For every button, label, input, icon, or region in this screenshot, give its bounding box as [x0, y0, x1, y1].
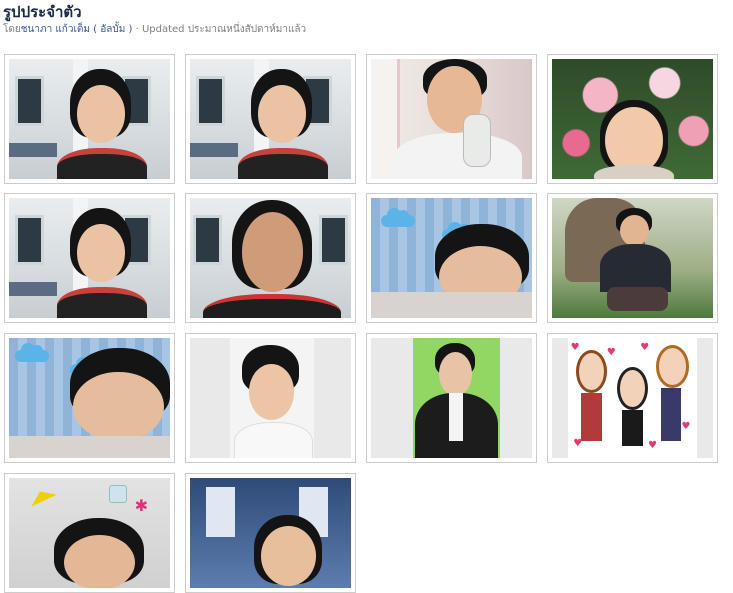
photo-thumbnail[interactable] — [547, 193, 718, 323]
photo-image — [9, 198, 170, 318]
photo-thumbnail[interactable] — [4, 193, 175, 323]
photo-thumbnail[interactable] — [185, 54, 356, 184]
photo-image — [190, 338, 351, 458]
photo-thumbnail[interactable] — [4, 54, 175, 184]
page-header: รูปประจำตัว โดยชนาภา แก้วเต็ม ( อัลบั้ม … — [3, 2, 306, 38]
photo-thumbnail[interactable]: ♥ ♥ ♥ ♥ ♥ ♥ — [547, 333, 718, 463]
photo-thumbnail[interactable] — [4, 333, 175, 463]
subtitle-prefix: โดย — [3, 24, 21, 35]
photo-image — [9, 338, 170, 458]
photo-thumbnail[interactable] — [366, 333, 537, 463]
updated-text: Updated ประมาณหนึ่งสัปดาห์มาแล้ว — [141, 24, 307, 35]
photo-image — [552, 198, 713, 318]
photo-image — [9, 59, 170, 179]
photo-image — [190, 478, 351, 588]
page-title: รูปประจำตัว — [3, 3, 82, 21]
photo-image: ✱ — [9, 478, 170, 588]
photo-image — [190, 198, 351, 318]
photo-image — [371, 338, 532, 458]
photo-thumbnail[interactable] — [366, 193, 537, 323]
photo-image — [552, 59, 713, 179]
subtitle-separator: · — [135, 24, 139, 35]
photo-image — [371, 59, 532, 179]
photo-thumbnail[interactable] — [185, 193, 356, 323]
photo-thumbnail[interactable] — [185, 333, 356, 463]
album-link[interactable]: ( อัลบั้ม ) — [93, 24, 132, 35]
photo-image: ♥ ♥ ♥ ♥ ♥ ♥ — [552, 338, 713, 458]
photo-image — [190, 59, 351, 179]
author-link[interactable]: ชนาภา แก้วเต็ม — [21, 24, 90, 35]
photo-thumbnail[interactable] — [366, 54, 537, 184]
photo-thumbnail[interactable] — [547, 54, 718, 184]
album-subtitle: โดยชนาภา แก้วเต็ม ( อัลบั้ม ) · Updated … — [3, 22, 306, 38]
photo-thumbnail[interactable] — [185, 473, 356, 593]
photo-image — [371, 198, 532, 318]
photo-thumbnail[interactable]: ✱ — [4, 473, 175, 593]
